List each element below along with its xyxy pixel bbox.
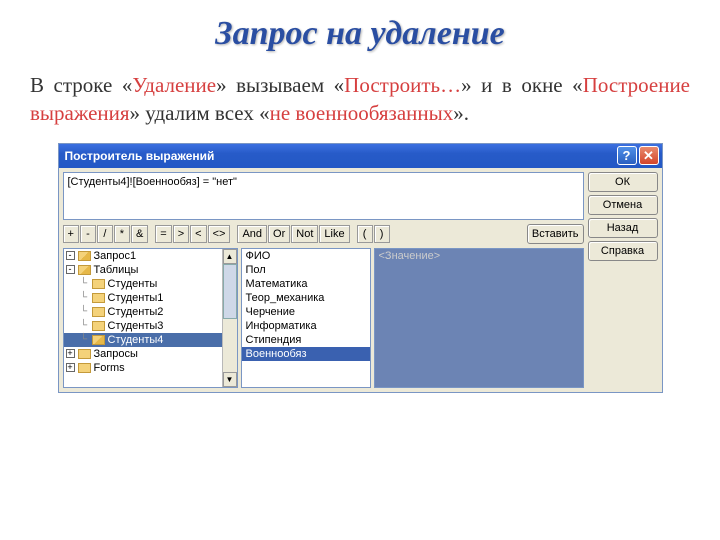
expression-builder-dialog: Построитель выражений ? ✕ [Студенты4]![В… — [58, 143, 663, 393]
tree-item-label: Студенты3 — [108, 320, 164, 332]
tree-connector: └ — [79, 306, 89, 317]
tree-connector: └ — [79, 278, 89, 289]
expression-input[interactable]: [Студенты4]![Военнообяз] = "нет" — [63, 172, 584, 220]
tree-item[interactable]: - Таблицы — [64, 263, 237, 277]
op-button[interactable]: Or — [268, 225, 290, 243]
op-button[interactable]: + — [63, 225, 79, 243]
op-button[interactable]: Like — [319, 225, 349, 243]
ok-button[interactable]: ОК — [588, 172, 658, 192]
folder-icon — [78, 251, 91, 261]
tree-item-label: Forms — [94, 362, 125, 374]
op-button[interactable]: < — [190, 225, 206, 243]
help-icon[interactable]: ? — [617, 146, 637, 165]
expand-icon[interactable]: + — [66, 363, 75, 372]
folder-icon — [92, 335, 105, 345]
tree-item-label: Запрос1 — [94, 250, 137, 262]
collapse-icon[interactable]: - — [66, 251, 75, 260]
tree-item[interactable]: + Запросы — [64, 347, 237, 361]
back-button[interactable]: Назад — [588, 218, 658, 238]
tree-item[interactable]: └ Студенты2 — [64, 305, 237, 319]
tree-item[interactable]: └ Студенты — [64, 277, 237, 291]
op-button[interactable]: > — [173, 225, 189, 243]
operator-toolbar: +-/*&=><<> AndOrNotLike () Вставить — [63, 224, 584, 244]
tree-item[interactable]: └ Студенты3 — [64, 319, 237, 333]
op-button[interactable]: And — [237, 225, 267, 243]
tree-item[interactable]: └ Студенты4 — [64, 333, 237, 347]
tree-item-label: Студенты2 — [108, 306, 164, 318]
field-item[interactable]: Теор_механика — [242, 291, 370, 305]
field-item[interactable]: Черчение — [242, 305, 370, 319]
scroll-down-icon[interactable]: ▼ — [223, 372, 237, 387]
help-button[interactable]: Справка — [588, 241, 658, 261]
tree-connector: └ — [79, 320, 89, 331]
op-button[interactable]: * — [114, 225, 130, 243]
field-item[interactable]: Информатика — [242, 319, 370, 333]
dialog-title: Построитель выражений — [65, 149, 615, 163]
tree-item[interactable]: - Запрос1 — [64, 249, 237, 263]
op-button[interactable]: ( — [357, 225, 373, 243]
field-item[interactable]: ФИО — [242, 249, 370, 263]
tree-connector: └ — [79, 334, 89, 345]
folder-icon — [92, 279, 105, 289]
op-button[interactable]: <> — [208, 225, 231, 243]
folder-icon — [92, 293, 105, 303]
categories-pane[interactable]: - Запрос1 - Таблицы └ Студенты └ Студенты1 └ Студ… — [63, 248, 238, 388]
op-button[interactable]: & — [131, 225, 148, 243]
close-icon[interactable]: ✕ — [639, 146, 659, 165]
op-button[interactable]: Not — [291, 225, 318, 243]
folder-icon — [78, 349, 91, 359]
tree-item-label: Студенты4 — [108, 334, 164, 346]
tree-item-label: Запросы — [94, 348, 138, 360]
fields-pane[interactable]: ФИОПолМатематикаТеор_механикаЧерчениеИнф… — [241, 248, 371, 388]
tree-item-label: Студенты1 — [108, 292, 164, 304]
op-button[interactable]: ) — [374, 225, 390, 243]
expand-icon[interactable]: + — [66, 349, 75, 358]
tree-item-label: Студенты — [108, 278, 158, 290]
value-placeholder[interactable]: <Значение> — [375, 249, 583, 263]
slide-title: Запрос на удаление — [30, 15, 690, 53]
folder-icon — [92, 307, 105, 317]
folder-icon — [92, 321, 105, 331]
field-item[interactable]: Военнообяз — [242, 347, 370, 361]
collapse-icon[interactable]: - — [66, 265, 75, 274]
folder-icon — [78, 265, 91, 275]
tree-item[interactable]: └ Студенты1 — [64, 291, 237, 305]
field-item[interactable]: Пол — [242, 263, 370, 277]
slide-description: В строке «Удаление» вызываем «Построить…… — [30, 71, 690, 128]
field-item[interactable]: Математика — [242, 277, 370, 291]
folder-icon — [78, 363, 91, 373]
insert-button[interactable]: Вставить — [527, 224, 584, 244]
tree-item-label: Таблицы — [94, 264, 139, 276]
cancel-button[interactable]: Отмена — [588, 195, 658, 215]
values-pane[interactable]: <Значение> — [374, 248, 584, 388]
op-button[interactable]: = — [155, 225, 171, 243]
field-item[interactable]: Стипендия — [242, 333, 370, 347]
op-button[interactable]: - — [80, 225, 96, 243]
scroll-up-icon[interactable]: ▲ — [223, 249, 237, 264]
titlebar[interactable]: Построитель выражений ? ✕ — [59, 144, 662, 168]
op-button[interactable]: / — [97, 225, 113, 243]
tree-connector: └ — [79, 292, 89, 303]
scrollbar[interactable]: ▲ ▼ — [222, 249, 237, 387]
tree-item[interactable]: + Forms — [64, 361, 237, 375]
scroll-thumb[interactable] — [223, 264, 237, 319]
